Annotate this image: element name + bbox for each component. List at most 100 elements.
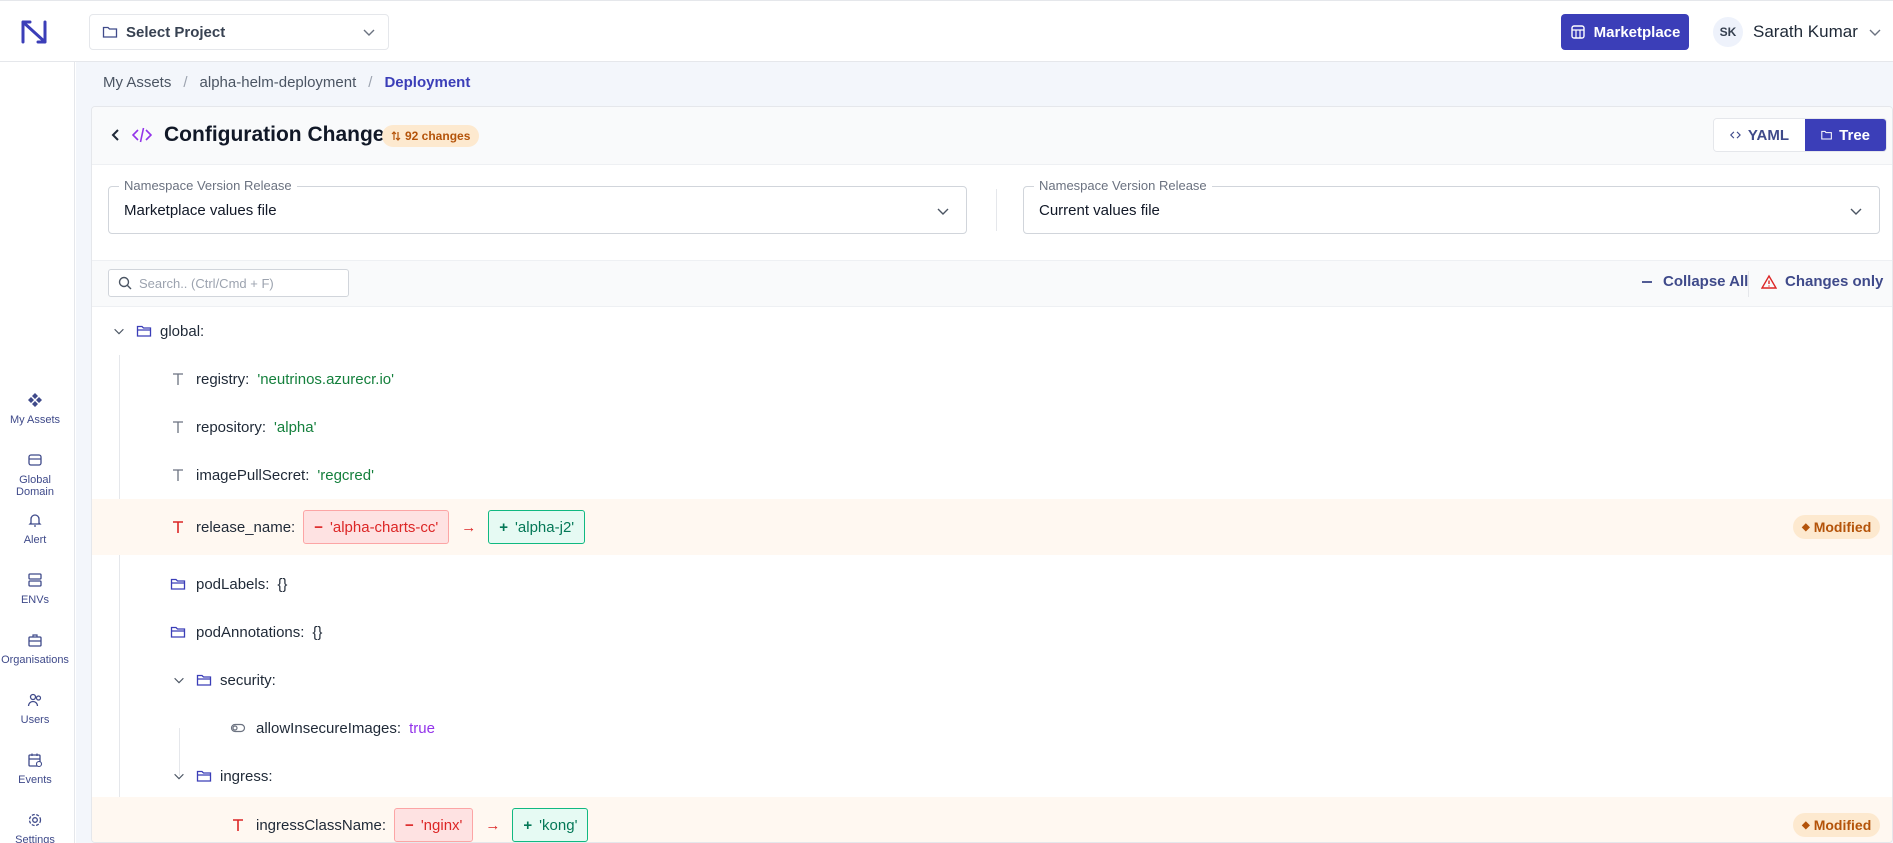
old-value-chip: −'alpha-charts-cc' [303, 510, 450, 544]
users-icon [27, 693, 42, 707]
user-name: Sarath Kumar [1753, 22, 1858, 41]
sidebar-item-alert[interactable]: Alert [0, 512, 70, 546]
minus-icon [1642, 280, 1652, 283]
tree-key: podAnnotations: [196, 623, 305, 641]
tree-node-global[interactable]: global: [92, 307, 1892, 355]
search-input[interactable] [139, 275, 339, 291]
tree-key: allowInsecureImages: [256, 719, 402, 737]
sidebar-item-label: ENVs [20, 594, 50, 606]
tree-key: release_name: [196, 518, 296, 536]
sidebar-item-label: Alert [23, 534, 47, 546]
chevron-down-icon [1850, 208, 1862, 215]
tree-node-content: global: [112, 323, 204, 340]
sidebar: My Assets Global Domain Alert ENVs Organ… [0, 62, 75, 843]
marketplace-button[interactable]: Marketplace [1561, 14, 1689, 50]
divider [1748, 271, 1749, 297]
user-menu[interactable]: SK Sarath Kumar [1713, 17, 1882, 47]
select-legend: Namespace Version Release [1034, 178, 1212, 193]
arrow-right-icon: → [461, 518, 477, 536]
changes-only-label: Changes only [1785, 273, 1884, 290]
tree-value: 'alpha' [274, 418, 317, 436]
sidebar-item-envs[interactable]: ENVs [0, 572, 70, 606]
tree-value: {} [312, 623, 323, 641]
tree-node-content: ingress: [172, 768, 273, 785]
yaml-view-button[interactable]: YAML [1714, 119, 1805, 151]
sidebar-item-organisations[interactable]: Organisations [0, 632, 70, 666]
tree-node-security[interactable]: security: [92, 656, 1892, 704]
chevron-down-icon [363, 29, 375, 36]
page-title: Configuration Changes [164, 123, 397, 146]
text-type-icon [173, 521, 183, 533]
tree-node-pod-annotations[interactable]: podAnnotations: {} [92, 608, 1892, 656]
diamond-icon: ◆ [1802, 819, 1810, 831]
sidebar-item-label: Global Domain [16, 474, 54, 498]
collapse-all-button[interactable]: Collapse All [1639, 273, 1748, 290]
view-toggle: YAML Tree [1713, 118, 1887, 152]
breadcrumb-my-assets[interactable]: My Assets [103, 74, 171, 91]
changes-only-button[interactable]: Changes only [1761, 273, 1883, 290]
avatar: SK [1713, 17, 1743, 47]
tree-node-pod-labels[interactable]: podLabels: {} [92, 560, 1892, 608]
tree-leaf-ingress-class-name[interactable]: ingressClassName: −'nginx' → + 'kong' ◆ Mo… [92, 797, 1892, 842]
chevron-down-icon[interactable] [172, 769, 186, 783]
modified-label: Modified [1813, 817, 1872, 833]
tree-leaf-allow-insecure-images[interactable]: allowInsecureImages: true [92, 704, 1892, 752]
new-value-chip: + 'kong' [512, 808, 589, 842]
arrow-right-icon: → [485, 816, 501, 834]
project-select-label: Select Project [126, 23, 226, 41]
gear-icon [28, 813, 42, 827]
sidebar-item-label: Users [20, 714, 50, 726]
breadcrumb-alpha-helm-deployment[interactable]: alpha-helm-deployment [200, 74, 357, 91]
code-brackets-icon [1730, 131, 1741, 139]
bell-icon [28, 514, 42, 527]
chevron-down-icon[interactable] [172, 673, 186, 687]
tree-node-content: ingressClassName: −'nginx' → + 'kong' [230, 808, 589, 842]
version-selectors: Namespace Version Release Marketplace va… [92, 165, 1892, 261]
sidebar-item-settings[interactable]: Settings [0, 812, 70, 843]
folder-icon [1821, 130, 1832, 140]
tree-leaf-release-name[interactable]: release_name: −'alpha-charts-cc' → + 'alp… [92, 499, 1892, 555]
briefcase-icon [28, 634, 42, 647]
breadcrumb-separator: / [368, 74, 373, 91]
text-type-icon [173, 421, 183, 433]
left-values-select[interactable]: Namespace Version Release Marketplace va… [108, 178, 967, 234]
back-arrow-icon[interactable] [108, 127, 124, 143]
folder-icon [170, 626, 186, 638]
project-select[interactable]: Select Project [89, 14, 389, 50]
changes-count-label: 92 changes [405, 129, 471, 143]
sidebar-item-label: Organisations [1, 654, 69, 666]
modified-badge: ◆ Modified [1793, 515, 1881, 539]
minus-sign: − [314, 518, 323, 536]
sidebar-item-label: Events [18, 774, 52, 786]
tree-node-content: imagePullSecret: 'regcred' [170, 467, 374, 484]
breadcrumb-separator: / [183, 74, 188, 91]
old-value: 'alpha-charts-cc' [330, 518, 439, 536]
tree-leaf-image-pull-secret[interactable]: imagePullSecret: 'regcred' [92, 451, 1892, 499]
old-value-chip: −'nginx' [394, 808, 474, 842]
tree-key: ingressClassName: [256, 816, 387, 834]
new-value: 'kong' [539, 816, 578, 834]
sidebar-item-users[interactable]: Users [0, 692, 70, 726]
folder-open-icon [136, 325, 152, 337]
collapse-all-label: Collapse All [1663, 273, 1749, 290]
sidebar-item-global-domain[interactable]: Global Domain [0, 452, 70, 498]
tree-key: registry: [196, 370, 250, 388]
search-box[interactable] [108, 269, 349, 297]
sidebar-item-my-assets[interactable]: My Assets [0, 392, 70, 426]
plus-sign: + [523, 816, 533, 834]
calendar-icon [28, 753, 43, 768]
modified-label: Modified [1813, 519, 1872, 535]
folder-open-icon [196, 674, 212, 686]
sidebar-item-events[interactable]: Events [0, 752, 70, 786]
swap-icon [391, 131, 401, 141]
chevron-down-icon[interactable] [112, 324, 126, 338]
breadcrumb: My Assets / alpha-helm-deployment / Depl… [103, 74, 470, 91]
app-logo-icon[interactable] [20, 19, 48, 45]
marketplace-label: Marketplace [1593, 23, 1681, 41]
tree-node-ingress[interactable]: ingress: [92, 752, 1892, 800]
tree-leaf-repository[interactable]: repository: 'alpha' [92, 403, 1892, 451]
tree-view-button[interactable]: Tree [1805, 119, 1886, 151]
text-type-icon [173, 469, 183, 481]
right-values-select[interactable]: Namespace Version Release Current values… [1023, 178, 1880, 234]
tree-leaf-registry[interactable]: registry: 'neutrinos.azurecr.io' [92, 355, 1892, 403]
